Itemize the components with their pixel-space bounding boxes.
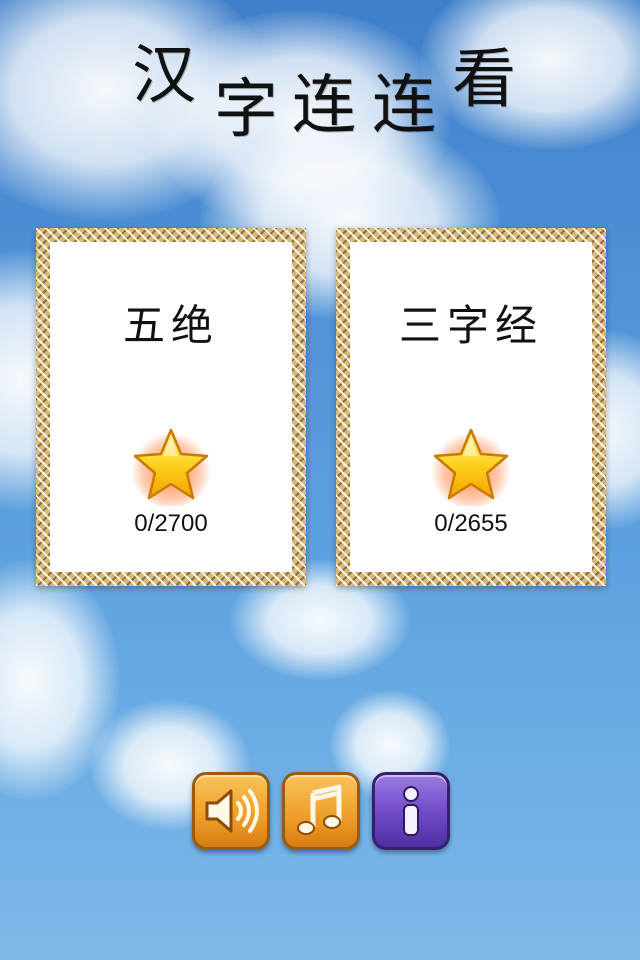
card-title: 五绝 [122, 301, 219, 350]
info-button[interactable] [372, 772, 450, 850]
music-note-icon [297, 784, 342, 835]
card-score: 0/2655 [434, 510, 508, 537]
info-icon [403, 786, 419, 836]
card-title: 三字经 [398, 301, 543, 350]
music-toggle-button[interactable] [282, 772, 360, 850]
title-char-1: 汉 [132, 39, 196, 113]
level-card-wujue[interactable]: 五绝 0/2700 [36, 228, 306, 586]
star-icon [429, 422, 513, 508]
speaker-icon [205, 789, 259, 833]
card-panel: 三字经 0/2655 [350, 242, 592, 572]
sound-toggle-button[interactable] [192, 772, 270, 850]
card-score: 0/2700 [134, 510, 208, 537]
card-panel: 五绝 0/2700 [50, 242, 292, 572]
title-char-2: 字 [214, 73, 278, 147]
level-card-sanzijing[interactable]: 三字经 0/2655 [336, 228, 606, 586]
star-icon [129, 422, 213, 508]
title-char-3: 连 [292, 69, 356, 143]
title-char-4: 连 [372, 69, 436, 143]
title-char-5: 看 [452, 43, 516, 117]
